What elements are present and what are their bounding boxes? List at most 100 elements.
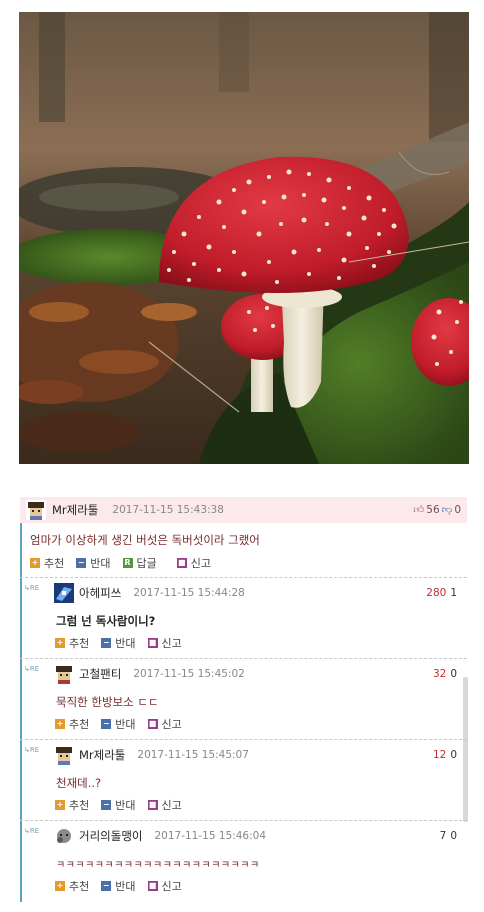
oppose-button[interactable]: − 반대 (101, 797, 136, 813)
reply-icon: R (122, 558, 133, 568)
minus-icon: − (101, 719, 112, 729)
minus-icon: − (76, 558, 87, 568)
minus-icon: − (101, 638, 112, 648)
downvote-count: 0 (450, 749, 457, 761)
report-icon: ■ (176, 558, 187, 568)
recommend-label: 추천 (44, 557, 65, 570)
report-button[interactable]: ■ 신고 (176, 555, 211, 571)
main-comment: Mr제라툴 2017-11-15 15:43:38 👍︎ 56 👎︎ 0 엄마가… (20, 497, 467, 577)
comment-text: 천재데..? (56, 776, 102, 790)
upvote-count: 7 (439, 830, 447, 842)
downvote-count: 0 (454, 503, 461, 516)
commenter-nickname[interactable]: 거리의돌맹이 (79, 828, 142, 844)
minus-icon: − (101, 800, 112, 810)
report-icon: ■ (147, 638, 158, 648)
upvote-count: 32 (432, 668, 447, 680)
oppose-button[interactable]: − 반대 (101, 716, 136, 732)
vote-counts: 70 (440, 830, 457, 842)
comment-text: ㅋㅋㅋㅋㅋㅋㅋㅋㅋㅋㅋㅋㅋㅋㅋㅋㅋㅋㅋㅋㅋ (56, 860, 260, 871)
comment-header: Mr제라툴 2017-11-15 15:43:38 👍︎ 56 👎︎ 0 (20, 497, 467, 523)
recommend-button[interactable]: + 추천 (55, 797, 89, 813)
oppose-button[interactable]: − 반대 (101, 878, 136, 894)
comment-actions: + 추천 − 반대 ■ 신고 (55, 877, 194, 895)
plus-icon: + (55, 638, 65, 648)
reply-arrow-icon: ↳RE (24, 665, 40, 673)
pixel-avatar-icon (54, 826, 74, 846)
vote-counts: 280 1 (426, 587, 457, 599)
reply-comment: ↳RE 거리의돌맹이 2017-11-15 15:46:04 70 ㅋㅋㅋㅋㅋㅋ… (20, 820, 467, 901)
reply-arrow-icon: ↳RE (24, 827, 40, 835)
vote-counts: 32 0 (433, 668, 457, 680)
oppose-button[interactable]: − 반대 (101, 635, 136, 651)
comment-text: 엄마가 이상하게 생긴 버섯은 독버섯이라 그랬어 (30, 533, 260, 547)
comment-date: 2017-11-15 15:46:04 (154, 830, 267, 842)
comment-text: 묵직한 한방보소 ㄷㄷ (56, 695, 159, 709)
report-icon: ■ (147, 881, 158, 891)
recommend-label: 추천 (69, 718, 90, 731)
oppose-label: 반대 (90, 557, 111, 570)
report-icon: ■ (147, 800, 158, 810)
oppose-label: 반대 (115, 880, 136, 893)
upvote-count: 56 (426, 503, 440, 516)
commenter-nickname[interactable]: Mr제라툴 (52, 502, 98, 518)
recommend-button[interactable]: + 추천 (55, 878, 89, 894)
comment-date: 2017-11-15 15:44:28 (133, 587, 245, 599)
oppose-button[interactable]: − 반대 (76, 555, 111, 571)
report-label: 신고 (161, 718, 182, 731)
comment-section: Mr제라툴 2017-11-15 15:43:38 👍︎ 56 👎︎ 0 엄마가… (20, 497, 470, 902)
comment-actions: + 추천 − 반대 ■ 신고 (55, 796, 194, 814)
oppose-label: 반대 (115, 799, 136, 812)
downvote-count: 0 (450, 668, 457, 680)
reply-header: 아헤피쓰 2017-11-15 15:44:28 (54, 583, 245, 603)
recommend-label: 추천 (69, 637, 90, 650)
reply-comment: ↳RE 고철팬티 2017-11-15 15:45:02 32 0 묵직한 한방보… (20, 658, 467, 739)
reply-header: 고철팬티 2017-11-15 15:45:02 (54, 664, 245, 684)
reply-header: Mr제라툴 2017-11-15 15:45:07 (54, 745, 249, 765)
recommend-label: 추천 (69, 880, 90, 893)
pixel-avatar-icon (26, 500, 46, 520)
vote-counts: 👍︎ 56 👎︎ 0 (413, 503, 461, 517)
reply-arrow-icon: ↳RE (24, 746, 40, 754)
report-button[interactable]: ■ 신고 (147, 716, 182, 732)
commenter-nickname[interactable]: 아헤피쓰 (79, 585, 121, 601)
minus-icon: − (101, 881, 112, 891)
pixel-avatar-icon (54, 745, 74, 765)
reply-arrow-icon: ↳RE (24, 584, 40, 592)
commenter-nickname[interactable]: Mr제라툴 (79, 747, 125, 763)
plus-icon: + (30, 558, 40, 568)
reply-button[interactable]: R 답글 (122, 555, 157, 571)
reply-comment: ↳RE Mr제라툴 2017-11-15 15:45:07 12 0 천재데..?… (20, 739, 467, 820)
comment-actions: + 추천 − 반대 R 답글 ■ 신고 (20, 554, 467, 572)
upvote-count: 280 (426, 587, 447, 599)
recommend-button[interactable]: + 추천 (55, 635, 89, 651)
recommend-label: 추천 (69, 799, 90, 812)
downvote-count: 0 (450, 830, 457, 842)
mushroom-photo (19, 12, 469, 464)
plus-icon: + (55, 881, 65, 891)
comment-text: 그럼 넌 독사람이니? (56, 614, 156, 628)
reply-header: 거리의돌맹이 2017-11-15 15:46:04 (54, 826, 266, 846)
pixel-avatar-icon (54, 583, 74, 603)
report-button[interactable]: ■ 신고 (147, 635, 182, 651)
comment-date: 2017-11-15 15:45:07 (137, 749, 249, 761)
comment-date: 2017-11-15 15:43:38 (112, 504, 224, 516)
report-label: 신고 (161, 637, 182, 650)
comment-date: 2017-11-15 15:45:02 (133, 668, 245, 680)
plus-icon: + (55, 800, 65, 810)
oppose-label: 반대 (115, 718, 136, 731)
thumbs-down-icon[interactable]: 👎︎ (442, 503, 453, 516)
recommend-button[interactable]: + 추천 (30, 555, 64, 571)
report-button[interactable]: ■ 신고 (147, 797, 182, 813)
comment-actions: + 추천 − 반대 ■ 신고 (55, 634, 194, 652)
report-button[interactable]: ■ 신고 (147, 878, 182, 894)
reply-label: 답글 (136, 557, 157, 570)
recommend-button[interactable]: + 추천 (55, 716, 89, 732)
commenter-nickname[interactable]: 고철팬티 (79, 666, 121, 682)
report-label: 신고 (161, 880, 182, 893)
reply-comment: ↳RE 아헤피쓰 2017-11-15 15:44:28 280 1 그럼 넌 독… (20, 577, 467, 658)
oppose-label: 반대 (115, 637, 136, 650)
thumbs-up-icon[interactable]: 👍︎ (413, 503, 424, 516)
comment-actions: + 추천 − 반대 ■ 신고 (55, 715, 194, 733)
report-label: 신고 (161, 799, 182, 812)
vote-counts: 12 0 (433, 749, 457, 761)
